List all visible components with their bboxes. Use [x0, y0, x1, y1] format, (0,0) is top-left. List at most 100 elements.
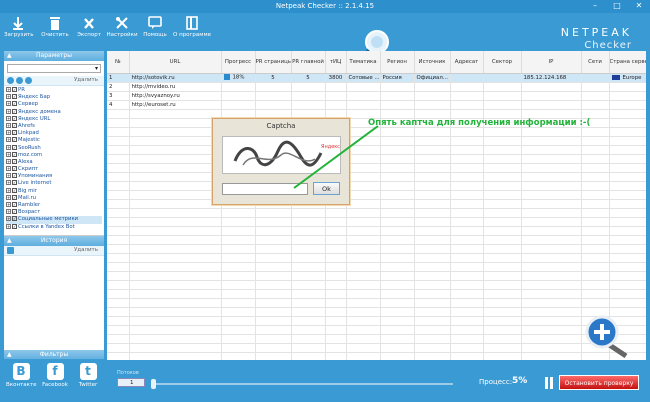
tree-item[interactable]: + ✓ Возраст	[6, 209, 102, 216]
table-row[interactable]	[107, 253, 646, 263]
remove-icon[interactable]	[16, 77, 23, 84]
tree-item[interactable]: + ✓ Majestic	[6, 137, 102, 144]
tree-item[interactable]: + ✓ Live internet	[6, 180, 102, 187]
tree-item[interactable]: + ✓ Скрипт	[6, 166, 102, 173]
expand-icon[interactable]: +	[6, 101, 11, 107]
expand-icon[interactable]: +	[6, 108, 11, 114]
checkbox-icon[interactable]: ✓	[12, 223, 17, 229]
column-header[interactable]: тИЦ	[325, 51, 347, 74]
column-header[interactable]: Прогресс	[221, 51, 256, 74]
column-header[interactable]: Регион	[380, 51, 415, 74]
tree-item[interactable]: + ✓ SeoRush	[6, 144, 102, 152]
expand-icon[interactable]: +	[6, 194, 11, 200]
expand-icon[interactable]: +	[6, 209, 11, 215]
slider-handle[interactable]	[151, 379, 156, 389]
about-button[interactable]: О программе	[172, 16, 212, 50]
settings-button[interactable]: Настройки	[106, 16, 138, 50]
table-row[interactable]	[107, 199, 646, 209]
table-row[interactable]	[107, 352, 646, 360]
column-header[interactable]: Страна сервера	[609, 51, 646, 74]
checkbox-icon[interactable]: ✓	[12, 122, 17, 128]
checkbox-icon[interactable]: ✓	[12, 151, 17, 157]
maximize-icon[interactable]: □	[606, 0, 628, 13]
column-header[interactable]: Источник	[414, 51, 451, 74]
checkbox-icon[interactable]: ✓	[12, 144, 17, 150]
table-row[interactable]	[107, 217, 646, 227]
threads-slider[interactable]	[153, 383, 453, 385]
column-header[interactable]: Сектор	[483, 51, 522, 74]
tree-item[interactable]: + ✓ Яндекс URL	[6, 115, 102, 123]
expand-icon[interactable]: +	[6, 94, 11, 100]
table-row[interactable]	[107, 208, 646, 218]
table-row[interactable]	[107, 307, 646, 317]
table-row[interactable]	[107, 316, 646, 326]
minimize-icon[interactable]: –	[584, 0, 606, 13]
checkbox-icon[interactable]: ✓	[12, 194, 17, 200]
table-row[interactable]	[107, 244, 646, 254]
tree-item[interactable]: + ✓ Alexa	[6, 158, 102, 166]
column-header[interactable]: Сети	[581, 51, 610, 74]
checkbox-icon[interactable]: ✓	[12, 202, 17, 207]
column-header[interactable]: PR страницы	[255, 51, 292, 74]
checkbox-icon[interactable]: ✓	[12, 216, 17, 222]
expand-icon[interactable]: +	[6, 115, 11, 121]
checkbox-icon[interactable]: ✓	[12, 115, 17, 121]
history-delete-link[interactable]: Удалить	[74, 247, 98, 253]
table-row[interactable]: 1 http://sotovik.ru 18% 5 5 3800 Сотовые ... Ро…	[107, 73, 646, 83]
checkbox-icon[interactable]: ✓	[12, 209, 17, 215]
history-header[interactable]: ▲ История	[4, 236, 104, 246]
tree-item[interactable]: + ✓ Сервер	[6, 101, 102, 108]
checkbox-icon[interactable]: ✓	[12, 166, 17, 172]
expand-icon[interactable]: +	[6, 122, 11, 128]
collapse-arrow-icon[interactable]: ▲	[7, 236, 12, 246]
column-header[interactable]: №	[107, 51, 130, 74]
checkbox-icon[interactable]: ✓	[12, 137, 17, 143]
expand-icon[interactable]: +	[6, 180, 11, 186]
checkbox-icon[interactable]: ✓	[12, 173, 17, 179]
params-select[interactable]: ▾	[7, 64, 101, 73]
table-row[interactable]	[107, 289, 646, 299]
expand-icon[interactable]: +	[6, 151, 11, 157]
load-button[interactable]: Загрузить	[4, 16, 33, 50]
twitter-link[interactable]: t Twitter	[73, 363, 103, 388]
refresh-icon[interactable]	[25, 77, 32, 84]
expand-icon[interactable]: +	[6, 216, 11, 222]
tree-item[interactable]: + ✓ Ссылки в Yandex Bot	[6, 223, 102, 231]
checkbox-icon[interactable]: ✓	[12, 187, 17, 193]
tree-item[interactable]: + ✓ Mail.ru	[6, 194, 102, 202]
checkbox-icon[interactable]: ✓	[12, 158, 17, 164]
collapse-arrow-icon[interactable]: ▲	[7, 51, 12, 61]
clear-button[interactable]: Очистить	[40, 16, 70, 50]
expand-icon[interactable]: +	[6, 158, 11, 164]
expand-icon[interactable]: +	[6, 144, 11, 150]
table-row[interactable]: 3 http://svyaznoy.ru	[107, 91, 646, 101]
expand-icon[interactable]: +	[6, 173, 11, 179]
table-row[interactable]	[107, 298, 646, 308]
checkbox-icon[interactable]: ✓	[12, 130, 17, 136]
table-row[interactable]	[107, 226, 646, 236]
table-row[interactable]	[107, 280, 646, 290]
expand-icon[interactable]: +	[6, 166, 11, 172]
table-row[interactable]: 4 http://euroset.ru	[107, 100, 646, 110]
tree-item[interactable]: + ✓ Социальные метрики	[6, 216, 102, 224]
table-row[interactable]	[107, 334, 646, 344]
history-icon[interactable]	[7, 247, 14, 254]
checkbox-icon[interactable]: ✓	[12, 87, 17, 92]
table-row[interactable]	[107, 109, 646, 119]
column-header[interactable]: Адресат	[450, 51, 484, 74]
tree-item[interactable]: + ✓ Big mir	[6, 187, 102, 195]
threads-spinner[interactable]: 1	[117, 378, 145, 387]
column-header[interactable]: PR главной	[291, 51, 326, 74]
params-delete-link[interactable]: Удалить	[74, 77, 98, 83]
pause-icon[interactable]	[545, 377, 554, 389]
tree-item[interactable]: + ✓ Яндекс Бар	[6, 94, 102, 101]
column-header[interactable]: Тематика	[346, 51, 381, 74]
column-header[interactable]: URL	[129, 51, 222, 74]
table-row[interactable]	[107, 271, 646, 281]
tree-item[interactable]: + ✓ Яндекс домена	[6, 108, 102, 116]
expand-icon[interactable]: +	[6, 130, 11, 136]
tree-item[interactable]: + ✓ Rambler	[6, 202, 102, 209]
table-row[interactable]	[107, 235, 646, 245]
tree-item[interactable]: + ✓ Упоминания	[6, 173, 102, 180]
facebook-link[interactable]: f Facebook	[40, 363, 70, 388]
